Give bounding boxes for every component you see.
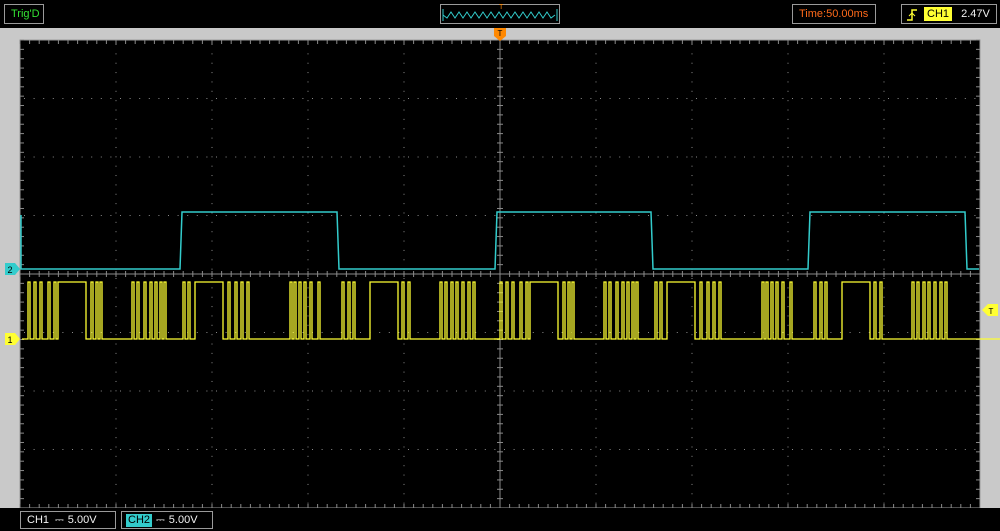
top-status-bar: Trig'D T Time:50.00ms CH1 2.47V: [0, 0, 1000, 29]
timebase-readout[interactable]: Time:50.00ms: [792, 4, 876, 24]
ch1-marker-label: 1: [7, 335, 12, 345]
bottom-channel-bar: CH1 ⎓ 5.00V CH2 ⎓ 5.00V: [0, 508, 1000, 531]
ch2-scale-box[interactable]: CH2 ⎓ 5.00V: [121, 511, 213, 529]
trigger-time-marker-label: T: [498, 29, 503, 38]
ch2-scale: 5.00V: [168, 514, 198, 526]
ch1-label: CH1: [27, 514, 50, 526]
waveform-overview[interactable]: T: [440, 4, 560, 24]
trigger-status: Trig'D: [4, 4, 44, 24]
ch2-label: CH2: [126, 514, 153, 527]
ch2-marker-label: 2: [7, 265, 12, 275]
trigger-source: CH1: [924, 7, 953, 21]
overview-trigger-marker: T: [499, 4, 504, 11]
ch1-scale-box[interactable]: CH1 ⎓ 5.00V: [20, 511, 116, 529]
ch1-scale: 5.00V: [67, 514, 97, 526]
trigger-settings[interactable]: CH1 2.47V: [901, 4, 997, 24]
trigger-level: 2.47V: [961, 8, 990, 20]
dc-coupling-icon: ⎓: [156, 514, 165, 526]
scope-display[interactable]: T 2 1 T: [0, 28, 1000, 508]
trigger-level-marker-label: T: [989, 307, 994, 316]
dc-coupling-icon: ⎓: [55, 514, 64, 526]
rising-edge-icon: [907, 9, 917, 21]
